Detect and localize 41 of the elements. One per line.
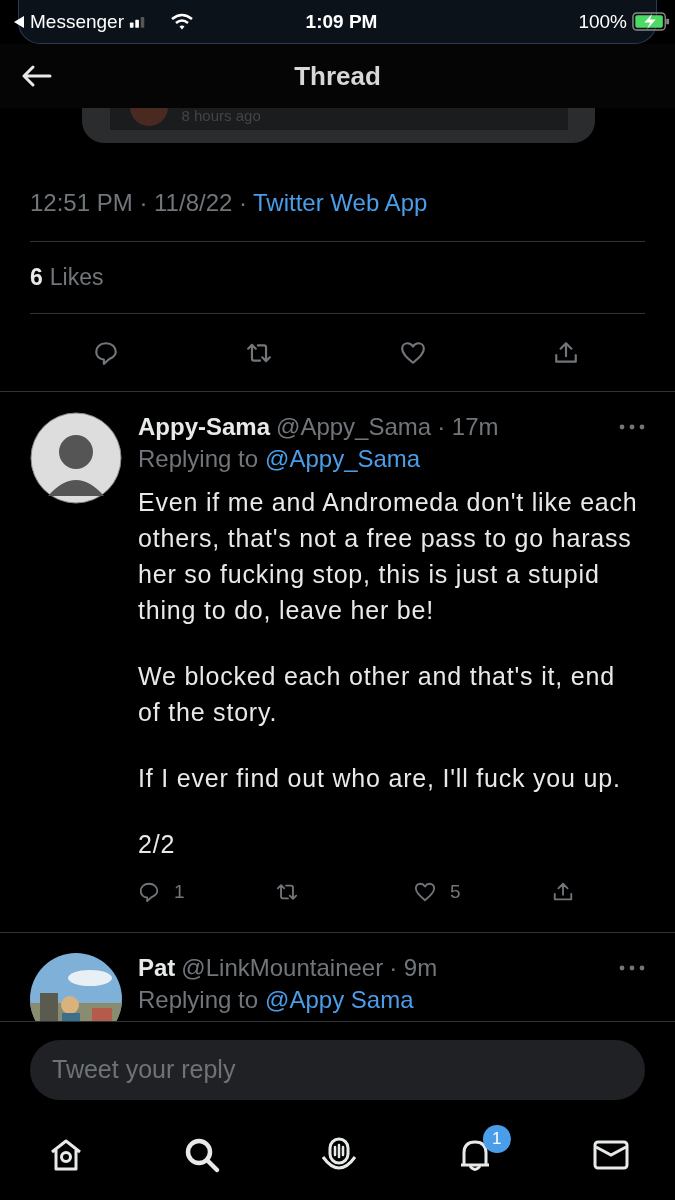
likes-label[interactable]: Likes [49,264,104,291]
tweet-age: · 9m [389,954,438,982]
back-app-label[interactable]: Messenger [30,10,124,33]
back-arrow-icon[interactable] [13,14,25,29]
wifi-icon [170,12,194,31]
battery-charging-icon [632,12,670,31]
author-handle[interactable]: @Appy_Sama [276,413,432,441]
like-count: 5 [450,881,461,903]
more-icon[interactable] [619,965,645,971]
reply-count: 1 [174,881,185,903]
heart-icon[interactable] [399,339,426,366]
author-handle[interactable]: @LinkMountaineer [181,954,384,982]
mention-link[interactable]: @Appy Sama [265,986,414,1014]
share-icon[interactable] [552,881,574,903]
replying-label: Replying to [138,445,259,473]
tweet-paragraph: Even if me and Andromeda don't like each others, that's not a free pass to go harass her so fucking stop, this is just a stupid thing to do, leave her be! [138,487,639,626]
signal-icon [129,15,147,28]
likes-count[interactable]: 6 [30,264,43,291]
page-title: Thread [294,60,381,92]
tweet-paragraph: If I ever find out who are, I'll fuck you up. [138,763,622,794]
mention-link[interactable]: @Appy_Sama [265,445,421,473]
back-arrow-icon[interactable] [20,64,52,88]
tweet-paragraph: We blocked each other and that's it, end of the story. [138,661,616,728]
replying-label: Replying to [138,986,259,1014]
tweet-paragraph: 2/2 [138,829,177,860]
avatar-icon[interactable] [30,412,122,504]
heart-icon[interactable] [414,881,436,903]
retweet-icon[interactable] [276,881,298,903]
notification-badge: 1 [482,1125,511,1153]
tweet-age: · 17m [437,413,499,441]
more-icon[interactable] [619,424,645,430]
reply-icon[interactable] [138,881,160,903]
reply-input[interactable]: Tweet your reply [30,1039,645,1100]
share-icon[interactable] [553,339,579,366]
reply-icon[interactable] [93,339,119,366]
tweet-timestamp: 12:51 PM · 11/8/22 · [30,189,247,217]
battery-percent: 100% [578,10,627,33]
source-link[interactable]: Twitter Web App [253,189,428,217]
author-name[interactable]: Pat [138,954,176,982]
author-name[interactable]: Appy-Sama [138,413,271,441]
clock: 1:09 PM [305,10,378,33]
